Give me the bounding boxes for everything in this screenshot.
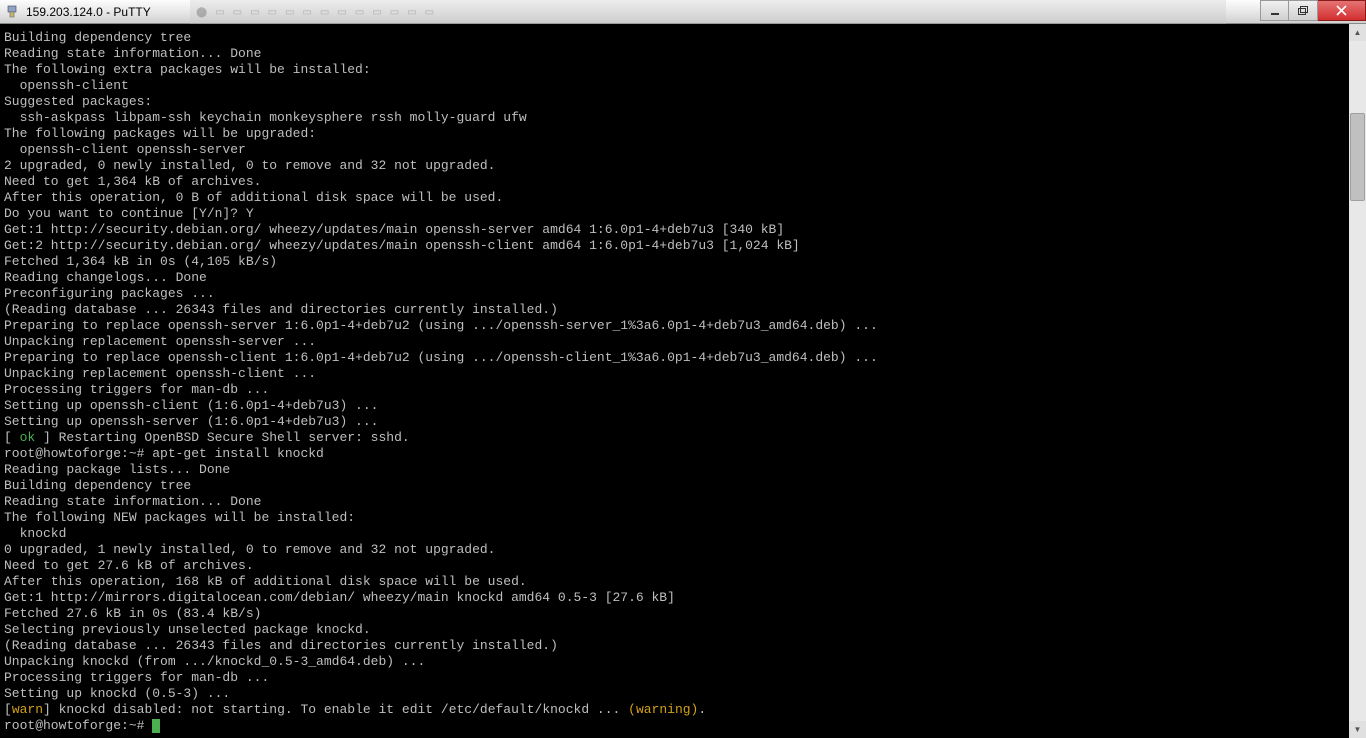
terminal-line: Fetched 27.6 kB in 0s (83.4 kB/s) (4, 606, 1362, 622)
terminal-line: Suggested packages: (4, 94, 1362, 110)
scroll-up-button[interactable]: ▲ (1349, 24, 1366, 41)
window-titlebar[interactable]: 159.203.124.0 - PuTTY ⬤▭▭▭▭▭▭▭▭▭▭▭▭▭ (0, 0, 1366, 24)
terminal-line: The following packages will be upgraded: (4, 126, 1362, 142)
terminal-line: Reading package lists... Done (4, 462, 1362, 478)
terminal-line: Fetched 1,364 kB in 0s (4,105 kB/s) (4, 254, 1362, 270)
terminal-line: After this operation, 168 kB of addition… (4, 574, 1362, 590)
terminal-line: Preconfiguring packages ... (4, 286, 1362, 302)
terminal-line: Reading state information... Done (4, 494, 1362, 510)
terminal-line: openssh-client (4, 78, 1362, 94)
terminal-output[interactable]: Building dependency treeReading state in… (0, 24, 1366, 738)
terminal-line: 0 upgraded, 1 newly installed, 0 to remo… (4, 542, 1362, 558)
terminal-line: openssh-client openssh-server (4, 142, 1362, 158)
terminal-line: After this operation, 0 B of additional … (4, 190, 1362, 206)
terminal-line: The following NEW packages will be insta… (4, 510, 1362, 526)
scrollbar-thumb[interactable] (1350, 113, 1365, 201)
terminal-line: (Reading database ... 26343 files and di… (4, 638, 1362, 654)
terminal-line: Setting up openssh-client (1:6.0p1-4+deb… (4, 398, 1362, 414)
terminal-line: Need to get 1,364 kB of archives. (4, 174, 1362, 190)
terminal-line: Processing triggers for man-db ... (4, 382, 1362, 398)
background-taskbar: ⬤▭▭▭▭▭▭▭▭▭▭▭▭▭ (190, 0, 1226, 24)
terminal-line: Unpacking replacement openssh-server ... (4, 334, 1362, 350)
terminal-line: Reading state information... Done (4, 46, 1362, 62)
putty-icon (4, 4, 20, 20)
cursor (152, 719, 160, 733)
terminal-line: Setting up knockd (0.5-3) ... (4, 686, 1362, 702)
terminal-line: Selecting previously unselected package … (4, 622, 1362, 638)
terminal-line: knockd (4, 526, 1362, 542)
terminal-line: ssh-askpass libpam-ssh keychain monkeysp… (4, 110, 1362, 126)
terminal-line: Preparing to replace openssh-client 1:6.… (4, 350, 1362, 366)
terminal-line: Reading changelogs... Done (4, 270, 1362, 286)
terminal-line: The following extra packages will be ins… (4, 62, 1362, 78)
terminal-line: Get:2 http://security.debian.org/ wheezy… (4, 238, 1362, 254)
terminal-line: 2 upgraded, 0 newly installed, 0 to remo… (4, 158, 1362, 174)
terminal-line: Building dependency tree (4, 30, 1362, 46)
terminal-line: Get:1 http://security.debian.org/ wheezy… (4, 222, 1362, 238)
terminal-line: Need to get 27.6 kB of archives. (4, 558, 1362, 574)
close-button[interactable] (1318, 0, 1366, 21)
terminal-line: (Reading database ... 26343 files and di… (4, 302, 1362, 318)
terminal-line: Processing triggers for man-db ... (4, 670, 1362, 686)
vertical-scrollbar[interactable]: ▲ ▼ (1349, 24, 1366, 738)
terminal-line: Unpacking knockd (from .../knockd_0.5-3_… (4, 654, 1362, 670)
terminal-line: root@howtoforge:~# (4, 718, 1362, 734)
terminal-line: Setting up openssh-server (1:6.0p1-4+deb… (4, 414, 1362, 430)
scroll-down-button[interactable]: ▼ (1349, 721, 1366, 738)
scrollbar-track[interactable] (1349, 41, 1366, 721)
terminal-line: Preparing to replace openssh-server 1:6.… (4, 318, 1362, 334)
maximize-button[interactable] (1289, 0, 1318, 21)
terminal-line: Do you want to continue [Y/n]? Y (4, 206, 1362, 222)
terminal-line: Unpacking replacement openssh-client ... (4, 366, 1362, 382)
window-controls (1260, 0, 1366, 21)
terminal-line: Building dependency tree (4, 478, 1362, 494)
terminal-line: [warn] knockd disabled: not starting. To… (4, 702, 1362, 718)
terminal-line: [ ok ] Restarting OpenBSD Secure Shell s… (4, 430, 1362, 446)
terminal-line: Get:1 http://mirrors.digitalocean.com/de… (4, 590, 1362, 606)
minimize-button[interactable] (1260, 0, 1289, 21)
terminal-line: root@howtoforge:~# apt-get install knock… (4, 446, 1362, 462)
